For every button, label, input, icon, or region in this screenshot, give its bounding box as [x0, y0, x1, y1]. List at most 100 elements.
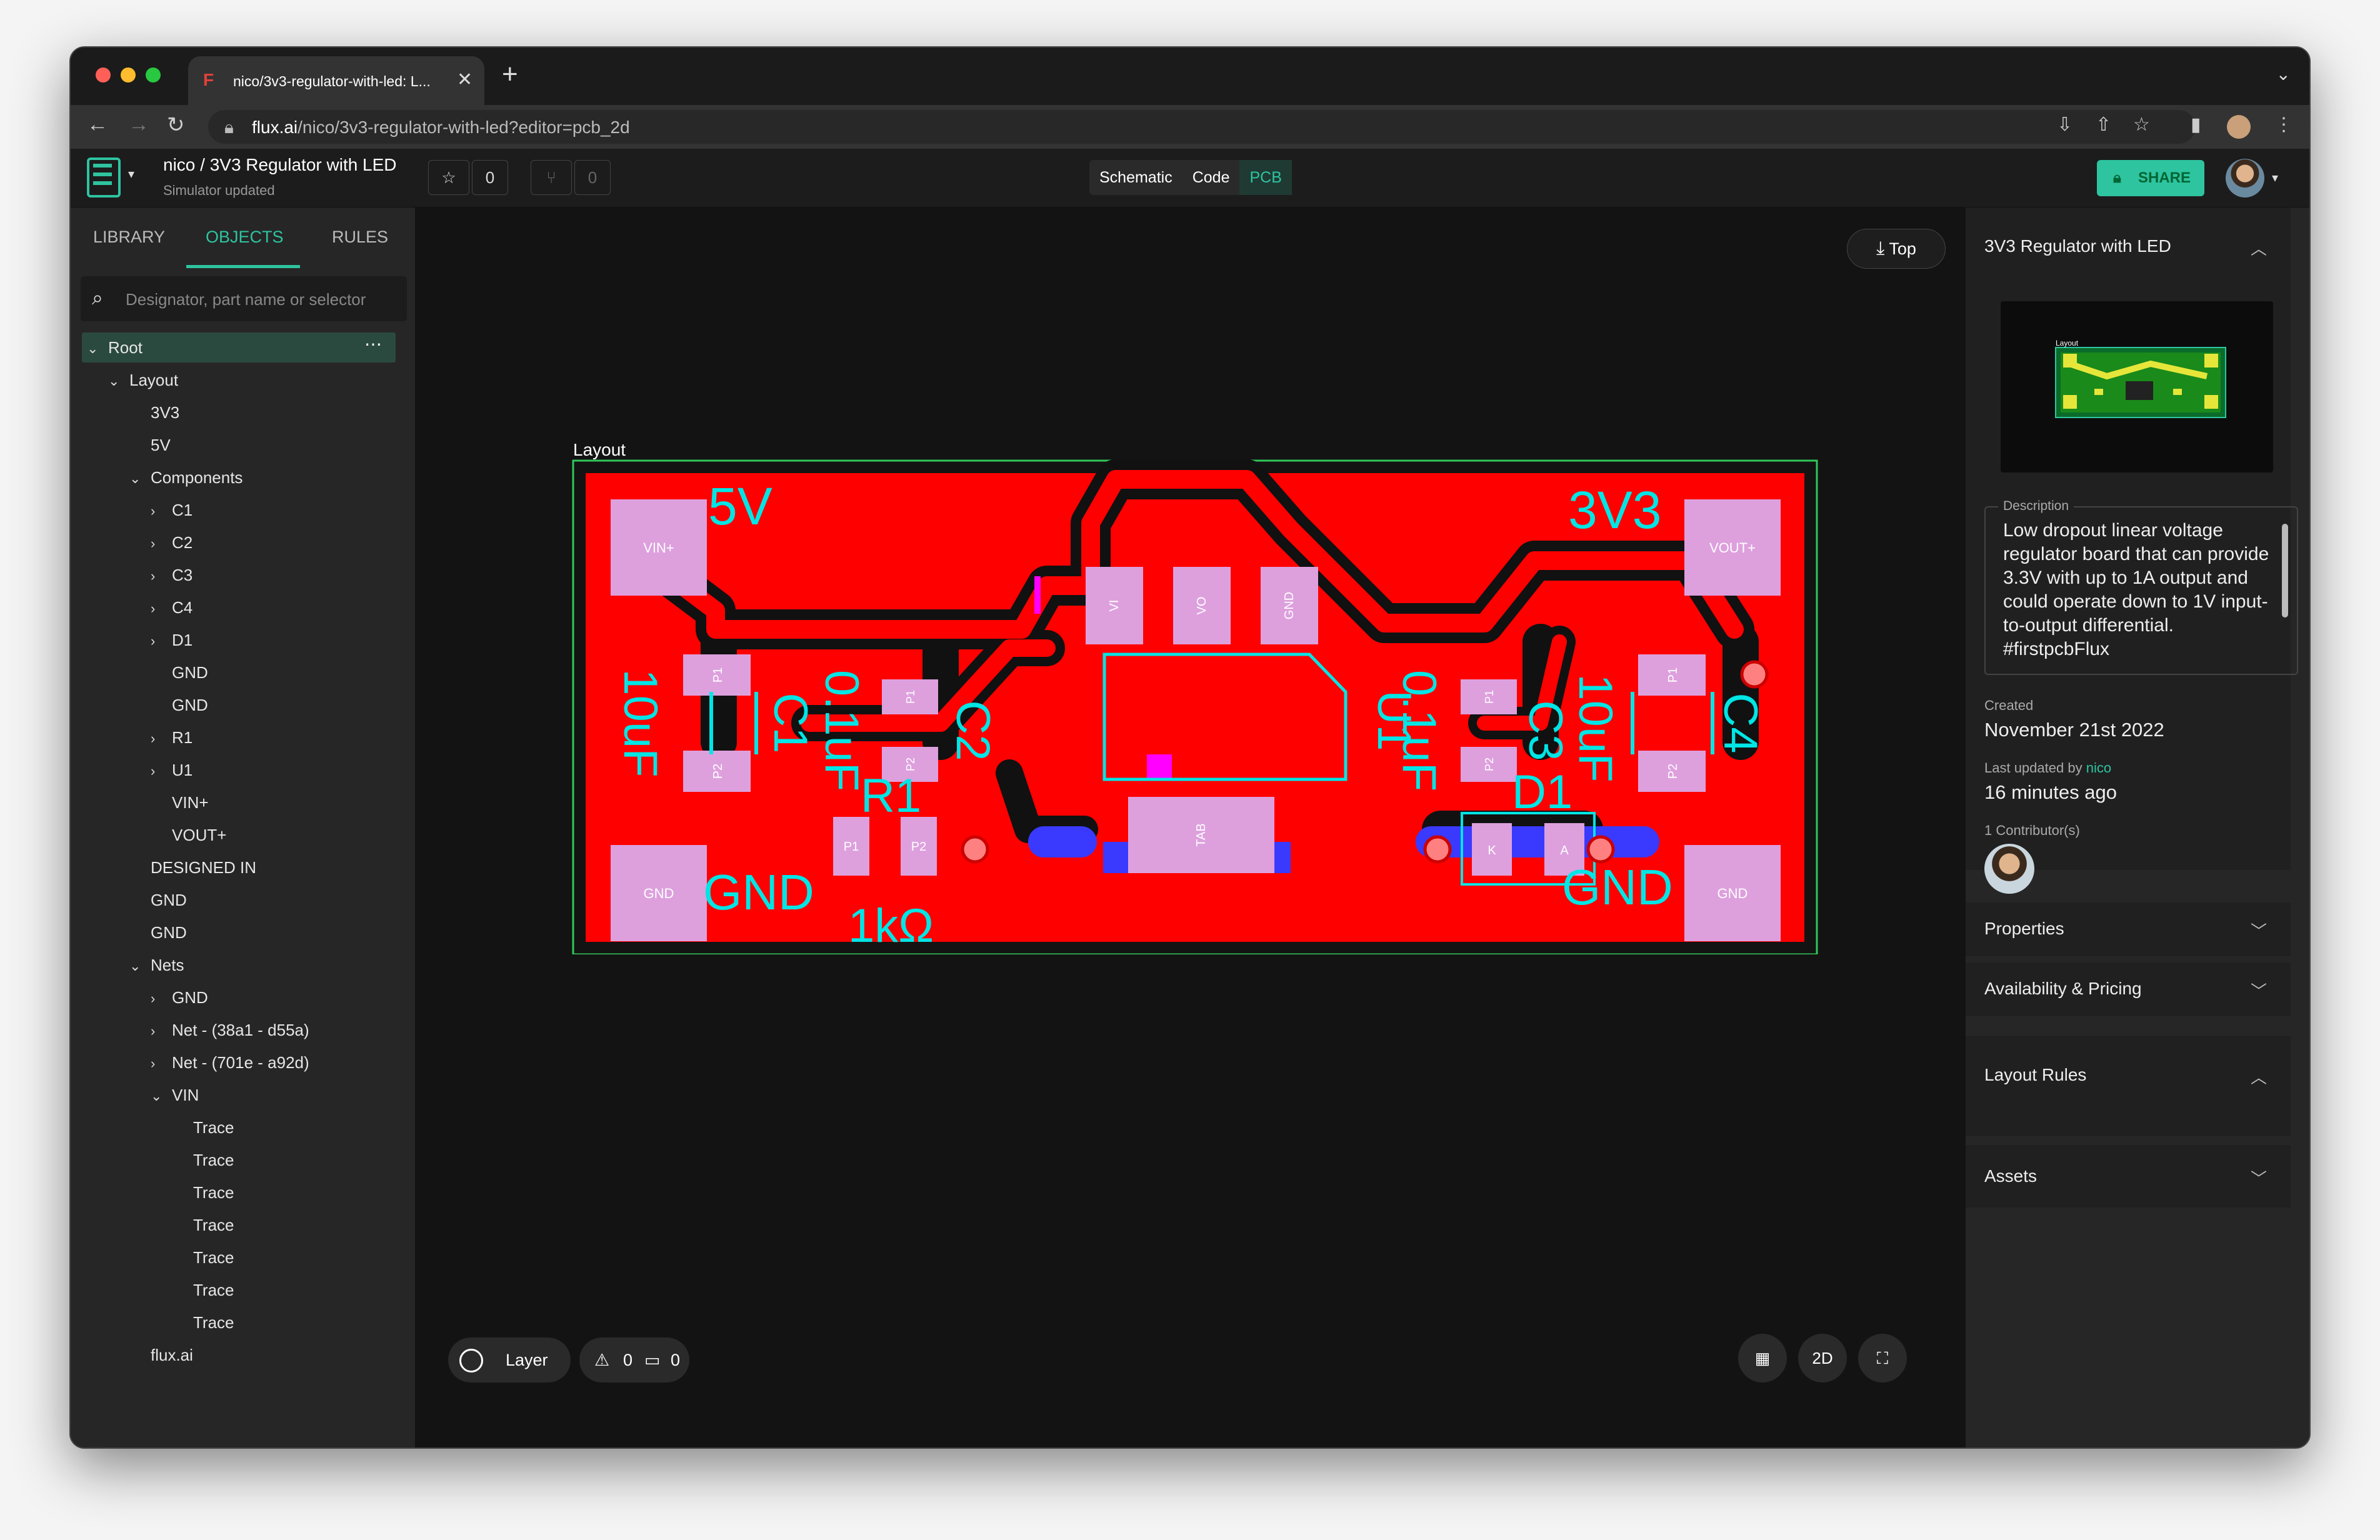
tree-item[interactable]: Trace — [172, 1114, 234, 1141]
project-thumbnail[interactable]: Layout — [2001, 301, 2273, 472]
view-mode-2d-button[interactable]: 2D — [1798, 1334, 1847, 1382]
close-window-button[interactable] — [96, 68, 111, 82]
back-icon[interactable]: ← — [87, 112, 108, 137]
chevron-right-icon[interactable]: › — [151, 725, 172, 752]
url-field[interactable]: 🔒︎ flux.ai/nico/3v3-regulator-with-led?e… — [208, 110, 2196, 144]
view-pcb[interactable]: PCB — [1239, 160, 1292, 195]
tree-item[interactable]: › Net - (38a1 - d55a) — [151, 1016, 309, 1044]
sidebar-icon[interactable]: ▮ — [2191, 114, 2201, 136]
profile-avatar[interactable] — [2227, 115, 2251, 139]
tree-item[interactable]: GND — [151, 691, 208, 719]
chevron-right-icon[interactable]: › — [151, 985, 172, 1012]
tree-item[interactable]: GND — [129, 886, 187, 914]
tree-item[interactable]: 5V — [129, 431, 171, 459]
tree-item[interactable]: Trace — [172, 1179, 234, 1206]
chevron-right-icon[interactable]: › — [151, 628, 172, 655]
tree-item[interactable]: › D1 — [151, 626, 192, 654]
tree-item[interactable]: Trace — [172, 1276, 234, 1304]
tab-library[interactable]: LIBRARY — [93, 228, 165, 247]
user-avatar[interactable] — [2226, 159, 2264, 198]
root-more-icon[interactable]: ⋯ — [364, 334, 382, 354]
chevron-right-icon[interactable]: › — [151, 1018, 172, 1045]
minimize-window-button[interactable] — [121, 68, 136, 82]
chevron-down-icon[interactable]: ⌄ — [87, 335, 108, 362]
availability-section[interactable]: Availability & Pricing ﹀ — [1966, 962, 2291, 1016]
user-menu-chevron-icon[interactable]: ▾ — [2272, 170, 2278, 186]
object-search-input[interactable]: ⌕ Designator, part name or selector — [81, 276, 407, 321]
fullscreen-icon[interactable]: ⛶ — [1858, 1334, 1907, 1382]
tree-item[interactable]: › C3 — [151, 561, 192, 589]
tree-item[interactable]: › C4 — [151, 594, 192, 621]
description-scrollbar[interactable] — [2282, 524, 2288, 618]
logo-menu-chevron-icon[interactable]: ▾ — [128, 166, 134, 182]
tree-item[interactable]: 3V3 — [129, 399, 179, 426]
tree-item[interactable]: GND — [151, 659, 208, 686]
tree-item[interactable]: › C1 — [151, 496, 192, 524]
chevron-down-icon[interactable]: ⌄ — [151, 1082, 172, 1110]
chevron-right-icon[interactable]: › — [151, 1050, 172, 1078]
chevron-right-icon[interactable]: › — [151, 595, 172, 622]
layer-side-toggle[interactable]: ⤓ Top — [1847, 229, 1946, 269]
tree-item[interactable]: ⌄ Root — [87, 334, 142, 361]
tree-item[interactable]: VIN+ — [151, 789, 209, 816]
tree-item[interactable]: Trace — [172, 1146, 234, 1174]
chevron-down-icon[interactable]: ⌄ — [108, 368, 129, 395]
designator-c3: C3 — [1519, 700, 1572, 761]
warnings-comments-button[interactable]: ⚠ 0 ▭ 0 — [579, 1338, 689, 1382]
pcb-canvas[interactable]: ⤓ Top Layout VIN+ VOUT+ GND GND VI VO GN… — [416, 208, 1966, 1448]
reload-icon[interactable]: ↻ — [167, 112, 185, 138]
chevron-right-icon[interactable]: › — [151, 758, 172, 785]
project-title[interactable]: nico / 3V3 Regulator with LED — [163, 155, 397, 175]
browser-menu-icon[interactable]: ⋮ — [2274, 114, 2293, 136]
tree-item[interactable]: Trace — [172, 1244, 234, 1271]
chevron-right-icon[interactable]: › — [151, 530, 172, 558]
zoom-window-button[interactable] — [146, 68, 161, 82]
fork-button[interactable]: ⑂ — [531, 160, 572, 195]
layer-button[interactable]: Layer — [448, 1338, 571, 1382]
chevron-right-icon[interactable]: › — [151, 562, 172, 590]
pcb-layout[interactable]: Layout VIN+ VOUT+ GND GND VI VO GND TAB … — [572, 442, 1822, 954]
chevron-right-icon[interactable]: › — [151, 498, 172, 525]
tree-item[interactable]: › R1 — [151, 724, 192, 751]
tree-item[interactable]: VOUT+ — [151, 821, 226, 849]
share-button[interactable]: 🔒︎ SHARE — [2097, 160, 2204, 196]
grid-toggle-icon[interactable]: ▦ — [1738, 1334, 1787, 1382]
browser-tab[interactable]: F nico/3v3-regulator-with-led: L... ✕ — [188, 56, 484, 105]
view-code[interactable]: Code — [1182, 160, 1240, 195]
tree-item[interactable]: Trace — [172, 1309, 234, 1336]
tree-item[interactable]: GND — [129, 919, 187, 946]
new-tab-icon[interactable]: + — [502, 59, 518, 90]
tree-item[interactable]: DESIGNED IN — [129, 854, 256, 881]
tree-item[interactable]: ⌄ VIN — [151, 1081, 199, 1109]
contributor-avatar[interactable] — [1984, 844, 2034, 894]
layout-rules-section[interactable]: Layout Rules ︿ — [1966, 1036, 2291, 1136]
tree-item[interactable]: ⌄ Layout — [108, 366, 178, 394]
share-page-icon[interactable]: ⇧ — [2096, 114, 2111, 136]
tree-item[interactable]: › GND — [151, 984, 208, 1011]
tab-objects[interactable]: OBJECTS — [206, 228, 284, 247]
bookmark-star-icon[interactable]: ☆ — [2133, 114, 2150, 136]
tree-item[interactable]: flux.ai — [129, 1341, 193, 1369]
properties-section[interactable]: Properties ﹀ — [1966, 902, 2291, 956]
tab-list-chevron-icon[interactable]: ⌄ — [2276, 64, 2291, 84]
chevron-down-icon[interactable]: ⌄ — [129, 465, 151, 492]
tree-item[interactable]: ⌄ Nets — [129, 951, 184, 979]
tree-item[interactable]: Trace — [172, 1211, 234, 1239]
tree-item[interactable]: › Net - (701e - a92d) — [151, 1049, 309, 1076]
tree-item[interactable]: ⌄ Components — [129, 464, 242, 491]
tree-item[interactable]: › C2 — [151, 529, 192, 556]
view-schematic[interactable]: Schematic — [1089, 160, 1182, 195]
tab-rules[interactable]: RULES — [332, 228, 388, 247]
updated-by-user[interactable]: nico — [2086, 760, 2111, 776]
description-field[interactable]: Description Low dropout linear voltage r… — [1984, 498, 2298, 675]
forward-icon[interactable]: → — [128, 112, 149, 137]
star-button[interactable]: ☆ — [428, 160, 469, 195]
chevron-down-icon[interactable]: ⌄ — [129, 952, 151, 980]
collapse-chevron-icon[interactable]: ︿ — [2251, 236, 2267, 259]
assets-section[interactable]: Assets ﹀ — [1966, 1145, 2291, 1208]
tree-item[interactable]: › U1 — [151, 756, 192, 784]
share-label: SHARE — [2138, 169, 2191, 186]
install-icon[interactable]: ⇩ — [2057, 114, 2072, 136]
close-tab-icon[interactable]: ✕ — [457, 69, 472, 91]
flux-logo-icon[interactable] — [87, 158, 121, 198]
